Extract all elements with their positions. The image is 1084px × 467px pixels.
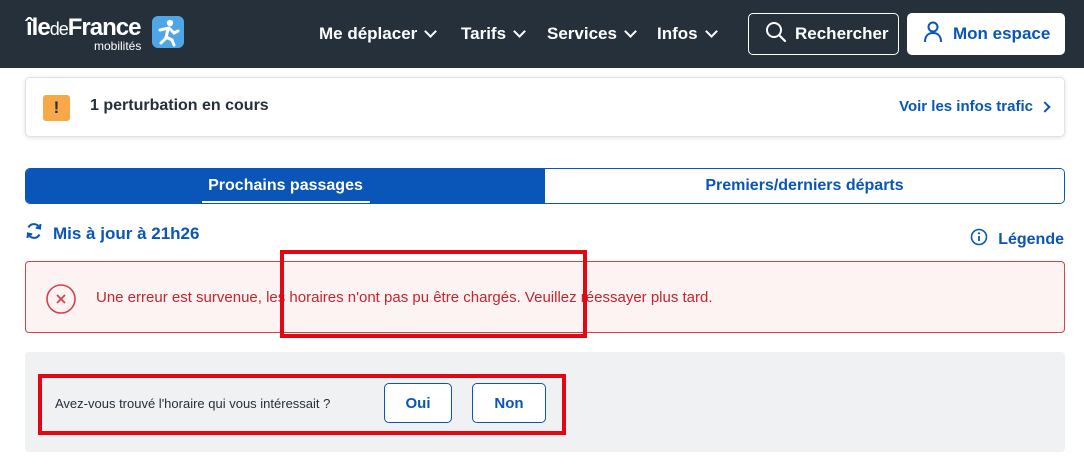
info-icon <box>970 228 988 251</box>
legend-label: Légende <box>998 230 1064 248</box>
nav-label: Me déplacer <box>319 24 418 43</box>
tab-label: Premiers/derniers départs <box>705 177 904 194</box>
refresh-button[interactable]: Mis à jour à 21h26 <box>25 222 199 245</box>
chevron-down-icon <box>704 25 718 38</box>
tab-premiers-derniers-departs[interactable]: Premiers/derniers départs <box>545 169 1064 203</box>
nav-item-tarifs[interactable]: Tarifs <box>461 0 526 68</box>
nav-label: Services <box>547 24 617 43</box>
walking-person-icon <box>152 16 184 48</box>
chevron-down-icon <box>624 25 637 38</box>
site-header: îledeFrance mobilités Me déplacer Tarifs… <box>0 0 1084 68</box>
active-tab-indicator <box>202 201 370 203</box>
error-alert: Une erreur est survenue, les horaires n'… <box>25 261 1065 333</box>
nav-label: Tarifs <box>461 24 507 43</box>
schedule-tabs: Prochains passages Premiers/derniers dép… <box>25 168 1065 204</box>
chevron-right-icon <box>1039 100 1051 113</box>
search-button-label: Rechercher <box>795 24 889 43</box>
disruption-text: 1 perturbation en cours <box>90 97 269 114</box>
error-circle-icon <box>46 284 76 319</box>
logo-subtitle: mobilités <box>94 39 142 53</box>
account-button[interactable]: Mon espace <box>907 13 1065 55</box>
feedback-no-button[interactable]: Non <box>472 383 546 423</box>
logo-wordmark: îledeFrance <box>26 14 141 41</box>
tab-label: Prochains passages <box>208 177 363 194</box>
chevron-down-icon <box>513 25 526 38</box>
tab-prochains-passages[interactable]: Prochains passages <box>26 169 545 203</box>
last-update-text: Mis à jour à 21h26 <box>53 223 200 243</box>
search-button[interactable]: Rechercher <box>748 13 899 55</box>
feedback-panel: Avez-vous trouvé l'horaire qui vous inté… <box>25 352 1065 452</box>
nav-item-me-deplacer[interactable]: Me déplacer <box>319 0 438 68</box>
user-icon <box>923 21 943 48</box>
nav-item-infos[interactable]: Infos <box>657 0 718 68</box>
disruption-banner: ! 1 perturbation en cours Voir les infos… <box>25 77 1065 137</box>
legend-button[interactable]: Légende <box>970 228 1064 251</box>
error-message: Une erreur est survenue, les horaires n'… <box>96 289 713 306</box>
warning-icon: ! <box>43 95 70 121</box>
feedback-yes-button[interactable]: Oui <box>384 383 452 423</box>
brand-logo[interactable]: îledeFrance mobilités <box>26 14 186 56</box>
refresh-icon <box>25 222 43 245</box>
chevron-down-icon <box>424 25 438 38</box>
feedback-question: Avez-vous trouvé l'horaire qui vous inté… <box>55 396 331 411</box>
nav-label: Infos <box>657 24 698 43</box>
traffic-info-link[interactable]: Voir les infos trafic <box>899 98 1051 115</box>
search-icon <box>765 21 787 48</box>
traffic-info-label: Voir les infos trafic <box>899 98 1033 115</box>
nav-item-services[interactable]: Services <box>547 0 637 68</box>
account-button-label: Mon espace <box>953 24 1051 43</box>
